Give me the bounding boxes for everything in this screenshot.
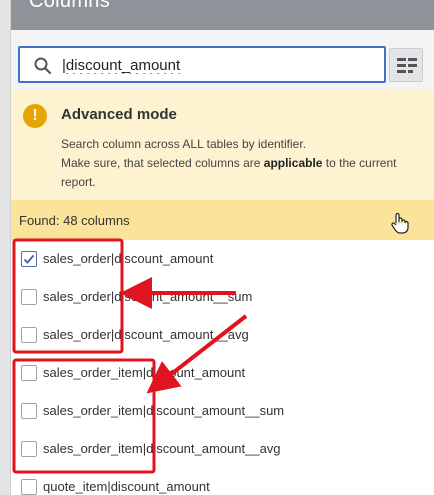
search-icon [33, 56, 53, 76]
column-row-label: sales_order|discount_amount__avg [43, 327, 249, 342]
background-app-strip [0, 0, 10, 495]
hand-cursor-icon [391, 212, 409, 234]
modal-title: Columns [29, 0, 111, 12]
checkbox-checked[interactable] [21, 251, 37, 267]
column-row[interactable]: sales_order_item|discount_amount__sum [11, 392, 434, 430]
column-row[interactable]: sales_order|discount_amount__avg [11, 316, 434, 354]
list-view-toggle-button[interactable] [389, 48, 423, 82]
checkbox[interactable] [21, 365, 37, 381]
search-box[interactable] [18, 46, 386, 83]
found-count-label: Found: 48 columns [19, 213, 130, 228]
column-row[interactable]: sales_order_item|discount_amount [11, 354, 434, 392]
found-count-bar: Found: 48 columns [11, 200, 434, 240]
column-row-label: sales_order|discount_amount__sum [43, 289, 253, 304]
checkbox[interactable] [21, 289, 37, 305]
column-row-label: sales_order_item|discount_amount__sum [43, 403, 285, 418]
list-icon [397, 58, 417, 73]
column-row[interactable]: sales_order_item|discount_amount__avg [11, 430, 434, 468]
column-row-label: quote_item|discount_amount [43, 479, 210, 494]
column-row-label: sales_order_item|discount_amount [43, 365, 246, 380]
search-input[interactable] [62, 54, 380, 76]
modal-header: Columns [11, 0, 434, 30]
checkbox[interactable] [21, 441, 37, 457]
advanced-mode-line3: report. [61, 175, 96, 189]
checkbox[interactable] [21, 327, 37, 343]
checkbox[interactable] [21, 479, 37, 495]
advanced-mode-line2: Make sure, that selected columns are app… [61, 154, 429, 173]
warning-icon: ! [23, 104, 47, 128]
advanced-mode-line2-tail: to the current [322, 156, 397, 170]
advanced-mode-line2-text: Make sure, that selected columns are [61, 156, 264, 170]
column-row-label: sales_order_item|discount_amount__avg [43, 441, 281, 456]
advanced-mode-title: Advanced mode [61, 106, 177, 123]
columns-modal: Columns ! Advanced mode [10, 0, 434, 495]
column-row-label: sales_order|discount_amount [43, 251, 214, 266]
advanced-mode-line1: Search column across ALL tables by ident… [61, 137, 307, 151]
advanced-mode-description: Search column across ALL tables by ident… [61, 135, 429, 192]
column-row[interactable]: quote_item|discount_amount [11, 468, 434, 495]
column-row[interactable]: sales_order|discount_amount__sum [11, 278, 434, 316]
advanced-mode-notice: ! Advanced mode Search column across ALL… [11, 90, 434, 200]
search-row [11, 30, 434, 90]
checkbox[interactable] [21, 403, 37, 419]
column-row[interactable]: sales_order|discount_amount [11, 240, 434, 278]
advanced-mode-emphasis: applicable [263, 156, 323, 170]
